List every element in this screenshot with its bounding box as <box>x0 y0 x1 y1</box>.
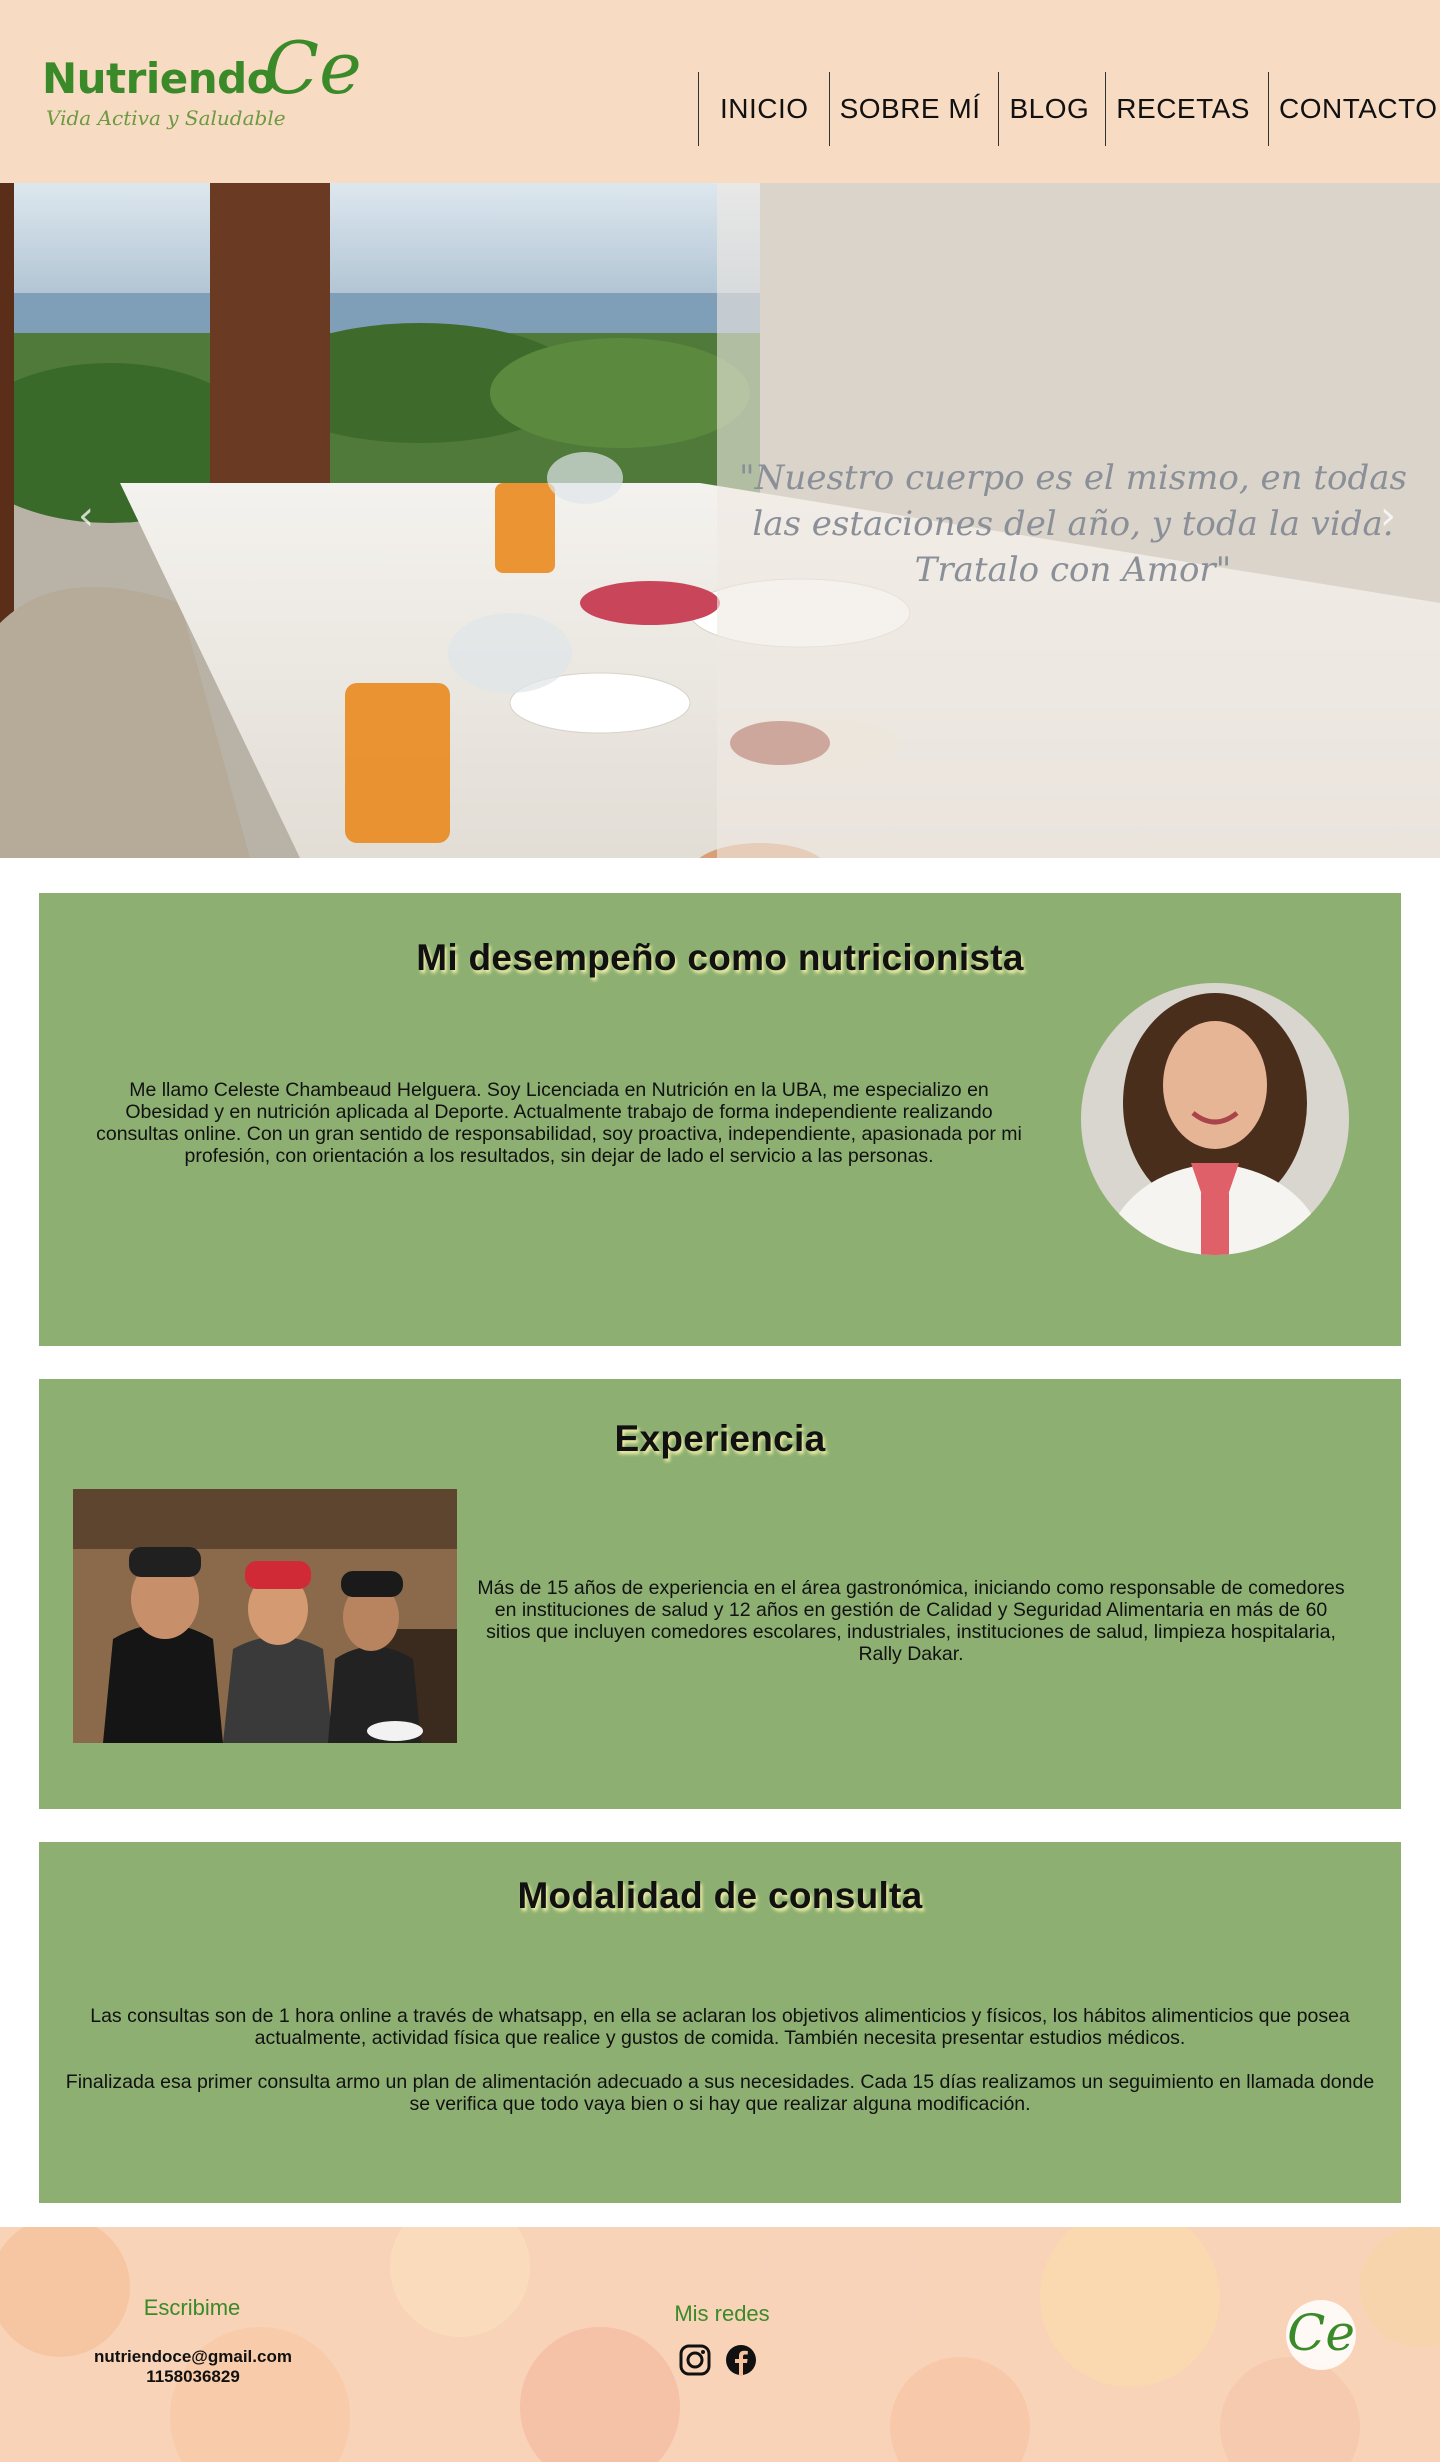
site-logo[interactable]: Nutriendo Ce Vida Activa y Saludable <box>42 32 362 142</box>
section-consultation: Modalidad de consulta Las consultas son … <box>39 1842 1401 2203</box>
footer-logo[interactable]: Ce <box>1286 2300 1356 2370</box>
footer-write-title: Escribime <box>143 2295 241 2320</box>
section-title: Modalidad de consulta <box>517 1875 923 1916</box>
facebook-icon[interactable] <box>724 2343 758 2377</box>
nav-item-blog[interactable]: BLOG <box>998 72 1105 146</box>
nav-label: BLOG <box>1009 93 1090 124</box>
chevron-right-icon[interactable]: › <box>1380 493 1396 539</box>
logo-name: Nutriendo <box>42 54 276 103</box>
section-paragraph-1: Las consultas son de 1 hora online a tra… <box>90 2005 1350 2049</box>
section-nutritionist: Mi desempeño como nutricionista Me llamo… <box>39 893 1401 1346</box>
footer-email[interactable]: nutriendoce@gmail.com <box>62 2347 324 2367</box>
section-title: Experiencia <box>614 1418 826 1459</box>
nav-label: INICIO <box>720 93 809 124</box>
nav-item-inicio[interactable]: INICIO <box>698 72 829 146</box>
social-links <box>678 2343 758 2377</box>
nav-item-sobre-mi[interactable]: SOBRE MÍ <box>828 72 999 146</box>
experience-photo <box>73 1489 457 1743</box>
chevron-left-icon[interactable]: ‹ <box>78 493 94 539</box>
logo-mark: Ce <box>264 26 362 110</box>
hero-slider: "Nuestro cuerpo es el mismo, en todas la… <box>0 183 1440 858</box>
nav-label: RECETAS <box>1116 93 1250 124</box>
section-body: Más de 15 años de experiencia en el área… <box>477 1577 1345 1665</box>
section-body: Me llamo Celeste Chambeaud Helguera. Soy… <box>96 1079 1022 1167</box>
hero-quote: "Nuestro cuerpo es el mismo, en todas la… <box>739 458 1407 590</box>
main-nav: INICIO SOBRE MÍ BLOG RECETAS CONTACTO <box>698 72 1438 146</box>
instagram-icon[interactable] <box>678 2343 712 2377</box>
footer-social-title: Mis redes <box>674 2301 770 2326</box>
footer-phone[interactable]: 1158036829 <box>62 2367 324 2387</box>
nav-label: SOBRE MÍ <box>839 93 981 124</box>
site-footer: Escribime nutriendoce@gmail.com 11580368… <box>0 2227 1440 2462</box>
nav-label: CONTACTO <box>1278 93 1438 124</box>
nutritionist-photo <box>1081 983 1349 1255</box>
section-paragraph-2: Finalizada esa primer consulta armo un p… <box>65 2071 1375 2115</box>
nav-item-recetas[interactable]: RECETAS <box>1105 72 1268 146</box>
logo-tagline: Vida Activa y Saludable <box>46 106 286 130</box>
section-title: Mi desempeño como nutricionista <box>416 937 1024 978</box>
section-experience: Experiencia Más de 15 años de experienci… <box>39 1379 1401 1809</box>
nav-item-contacto[interactable]: CONTACTO <box>1267 72 1438 146</box>
site-header: Nutriendo Ce Vida Activa y Saludable INI… <box>0 0 1440 183</box>
